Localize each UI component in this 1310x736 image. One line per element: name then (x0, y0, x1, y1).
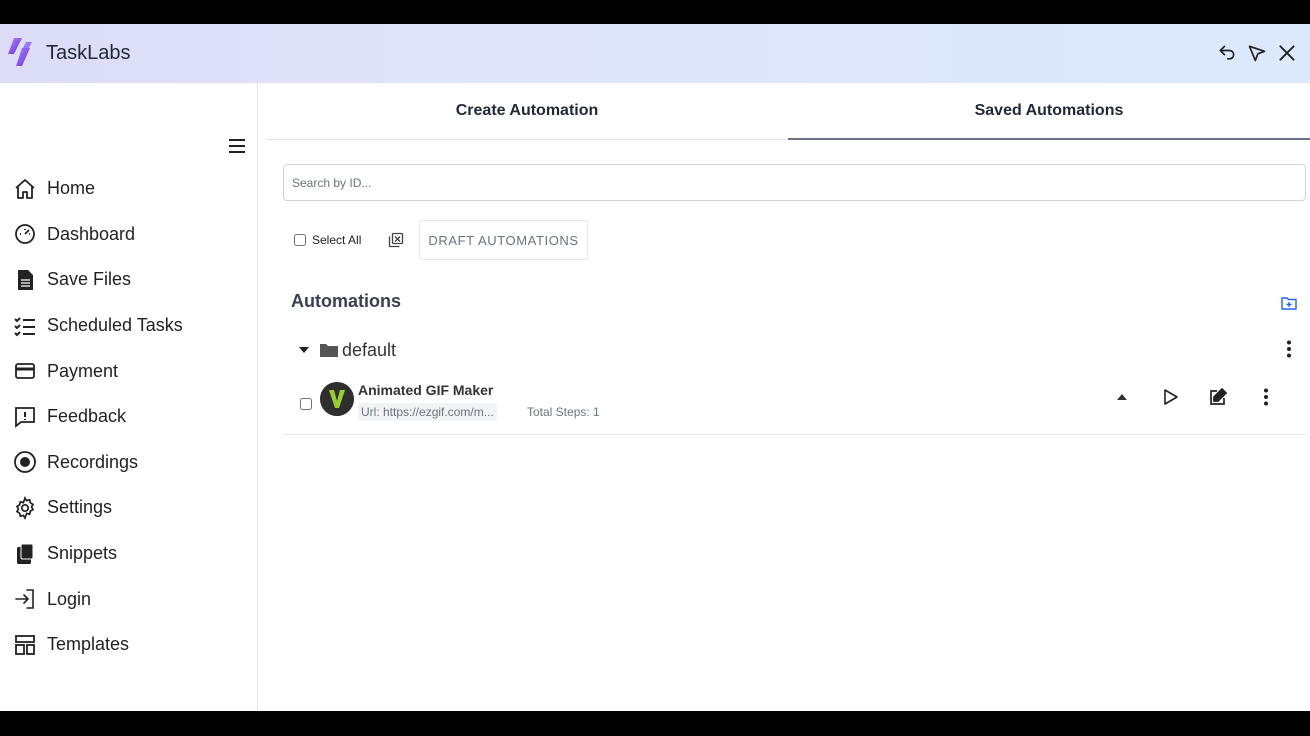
sidebar-item-label: Snippets (47, 543, 118, 564)
sidebar-item-feedback[interactable]: Feedback (0, 394, 257, 440)
more-vertical-icon (1264, 388, 1268, 406)
folder-icon (320, 344, 338, 357)
feedback-icon (13, 405, 37, 429)
hamburger-icon (229, 139, 245, 153)
sidebar-item-scheduled-tasks[interactable]: Scheduled Tasks (0, 303, 257, 349)
undo-icon (1219, 45, 1235, 60)
sidebar-item-dashboard[interactable]: Dashboard (0, 212, 257, 258)
snippets-icon (13, 542, 37, 566)
search-input[interactable] (283, 164, 1306, 201)
automation-actions (1110, 385, 1278, 409)
sidebar-item-label: Dashboard (47, 223, 136, 244)
file-icon (13, 268, 37, 292)
automation-url: Url: https://ezgif.com/m... (358, 403, 497, 421)
sidebar-item-label: Settings (47, 497, 113, 518)
templates-icon (13, 633, 37, 657)
select-all-checkbox[interactable]: Select All (294, 233, 361, 247)
sidebar-item-label: Save Files (47, 269, 132, 290)
tasks-icon (13, 314, 37, 338)
automation-avatar (320, 382, 354, 416)
app-window: TaskLabs Home Dashboard Save Files Sched… (0, 24, 1310, 711)
close-icon (1279, 45, 1295, 61)
folder-menu-button[interactable] (1280, 338, 1298, 360)
collapse-button[interactable] (1110, 385, 1134, 409)
copy-icon (389, 232, 404, 248)
sidebar-item-save-files[interactable]: Save Files (0, 257, 257, 303)
add-folder-icon (1281, 297, 1297, 310)
sidebar: Home Dashboard Save Files Scheduled Task… (0, 83, 258, 711)
edit-icon (1210, 387, 1228, 405)
app-title: TaskLabs (46, 42, 131, 64)
edit-button[interactable] (1206, 385, 1230, 409)
sidebar-item-label: Scheduled Tasks (47, 315, 183, 336)
add-folder-button[interactable] (1281, 295, 1299, 313)
sidebar-item-snippets[interactable]: Snippets (0, 531, 257, 577)
menu-toggle-button[interactable] (226, 135, 248, 157)
run-button[interactable] (1158, 385, 1182, 409)
automation-menu-button[interactable] (1254, 385, 1278, 409)
close-button[interactable] (1276, 38, 1298, 68)
sidebar-item-login[interactable]: Login (0, 576, 257, 622)
toolbar: Select All DRAFT AUTOMATIONS (294, 220, 588, 260)
folder-name: default (342, 339, 397, 360)
letterbox-top (0, 0, 1310, 24)
sidebar-item-payment[interactable]: Payment (0, 348, 257, 394)
record-icon (13, 450, 37, 474)
gear-icon (13, 495, 37, 520)
undo-button[interactable] (1216, 38, 1238, 68)
sidebar-nav: Home Dashboard Save Files Scheduled Task… (0, 166, 257, 668)
caret-down-icon (299, 347, 309, 353)
tab-saved-automations[interactable]: Saved Automations (788, 83, 1310, 140)
header-actions (1216, 38, 1298, 68)
app-header: TaskLabs (0, 24, 1310, 83)
automation-steps: Total Steps: 1 (527, 405, 600, 419)
home-icon (13, 177, 37, 201)
sidebar-item-label: Payment (47, 360, 119, 381)
sidebar-item-label: Login (47, 588, 92, 609)
sidebar-item-label: Recordings (47, 451, 139, 472)
tab-bar: Create Automation Saved Automations (266, 83, 1310, 140)
copy-button[interactable] (387, 231, 405, 249)
tasklabs-logo-icon (8, 38, 32, 66)
sidebar-item-home[interactable]: Home (0, 166, 257, 212)
sidebar-item-label: Home (47, 178, 96, 199)
more-vertical-icon (1287, 340, 1291, 358)
sidebar-item-label: Templates (47, 634, 130, 655)
draft-automations-button[interactable]: DRAFT AUTOMATIONS (419, 220, 588, 260)
card-icon (13, 359, 37, 383)
pointer-icon (1248, 45, 1266, 62)
caret-up-icon (1117, 394, 1127, 400)
login-icon (13, 587, 37, 611)
sidebar-item-label: Feedback (47, 406, 127, 427)
automation-name: Animated GIF Maker (358, 382, 494, 398)
pointer-button[interactable] (1246, 38, 1268, 68)
ezgif-v-icon (320, 382, 354, 416)
sidebar-item-templates[interactable]: Templates (0, 622, 257, 668)
automations-title: Automations (291, 291, 401, 311)
sidebar-item-recordings[interactable]: Recordings (0, 440, 257, 486)
select-all-label: Select All (312, 233, 362, 247)
select-all-checkbox-input[interactable] (294, 234, 306, 246)
sidebar-item-settings[interactable]: Settings (0, 485, 257, 531)
letterbox-bottom (0, 711, 1310, 736)
automation-checkbox[interactable] (300, 398, 312, 410)
dashboard-icon (13, 222, 37, 246)
play-icon (1164, 389, 1178, 405)
tab-create-automation[interactable]: Create Automation (266, 83, 788, 139)
main-content: Create Automation Saved Automations Sele… (258, 83, 1310, 711)
folder-default[interactable]: default (298, 338, 396, 362)
automation-row[interactable]: Animated GIF Maker Url: https://ezgif.co… (283, 377, 1306, 435)
